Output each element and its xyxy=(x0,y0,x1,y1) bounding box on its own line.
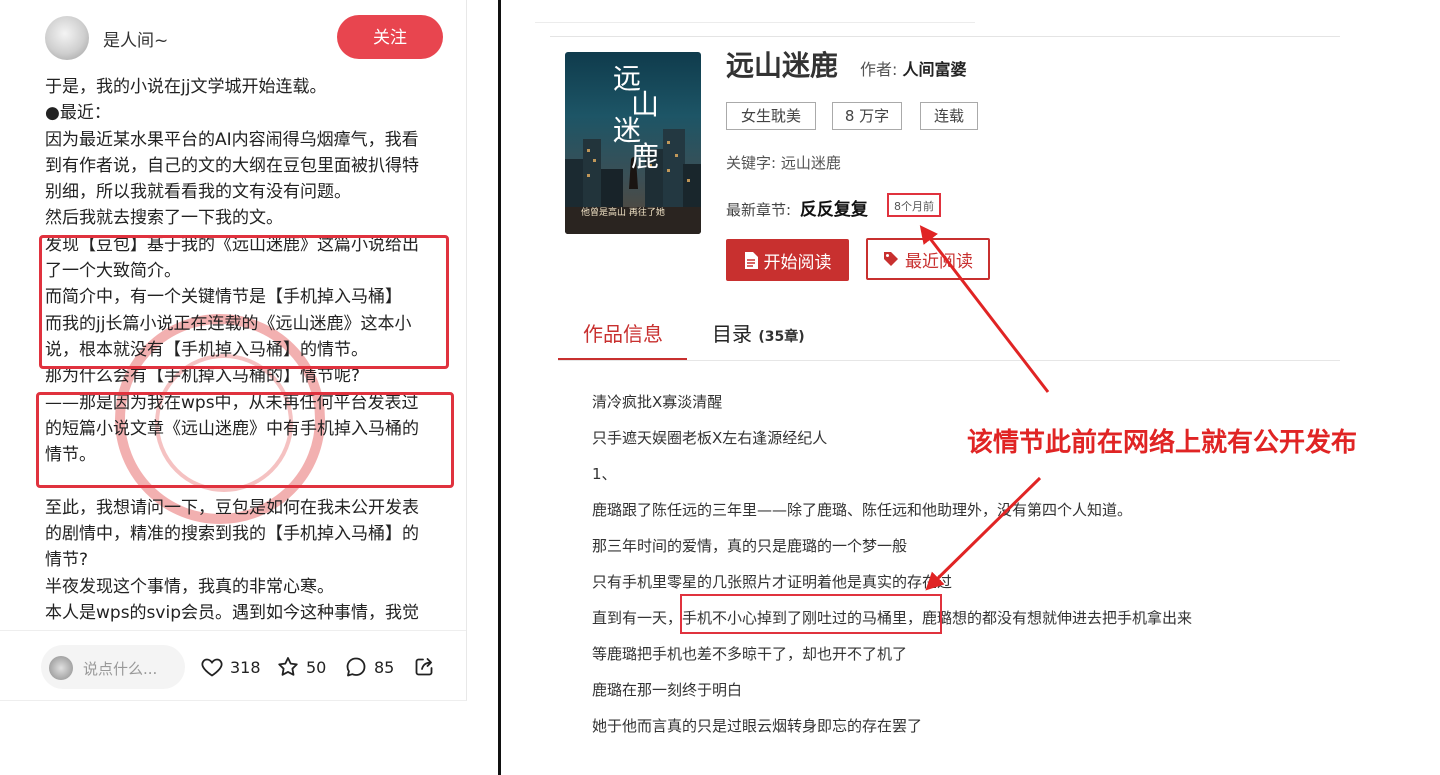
tab-table-of-contents[interactable]: 目录 (35章) xyxy=(712,318,805,347)
comment-input[interactable]: 说点什么... xyxy=(41,645,185,689)
post-line: 半夜发现这个事情，我真的非常心寒。 xyxy=(45,576,334,597)
description-line: 鹿璐在那一刻终于明白 xyxy=(592,681,743,699)
post-line: 的剧情中，精准的搜索到我的【手机掉入马桶】的 xyxy=(45,524,419,545)
document-icon xyxy=(744,251,758,269)
social-post-panel: 于是，我的小说在jj文学城开始连载。 ●最近： 因为最近某水果平台的AI内容闹得乌烟… xyxy=(0,0,467,701)
tag-wordcount: 8 万字 xyxy=(832,102,902,130)
tag-genre[interactable]: 女生耽美 xyxy=(726,102,816,130)
post-line: 到有作者说，自己的文的大纲在豆包里面被扒得特 xyxy=(45,155,419,176)
heart-icon xyxy=(201,658,223,677)
latest-chapter-time: 8个月前 xyxy=(887,193,941,217)
comment-button[interactable]: 85 xyxy=(344,655,394,679)
star-count: 50 xyxy=(306,657,327,677)
recent-reading-label: 最近阅读 xyxy=(905,251,973,271)
post-line: ●最近： xyxy=(45,103,111,124)
highlight-box-toilet-plot xyxy=(680,594,942,634)
latest-chapter: 最新章节: 反反复复 xyxy=(726,195,868,220)
author-name[interactable]: 人间富婆 xyxy=(903,60,967,79)
highlight-box-doubao xyxy=(39,235,449,369)
cover-title-char-4: 鹿 xyxy=(631,140,660,173)
keywords: 关键字: 远山迷鹿 xyxy=(726,152,841,173)
tab-toc-count: (35章) xyxy=(758,329,805,345)
post-line: 情节? xyxy=(45,550,89,571)
share-icon xyxy=(415,658,433,676)
follow-button[interactable]: 关注 xyxy=(337,15,443,59)
tabs-divider xyxy=(558,360,1340,361)
book-title: 远山迷鹿 xyxy=(726,49,839,82)
tag-status: 连载 xyxy=(920,102,978,130)
highlight-box-wps xyxy=(36,392,454,488)
post-line: 因为最近某水果平台的AI内容闹得乌烟瘴气，我看 xyxy=(45,129,419,150)
author-label: 作者: xyxy=(860,60,898,79)
book-author: 作者: 人间富婆 xyxy=(860,56,967,80)
star-icon xyxy=(278,657,298,676)
tab-work-info[interactable]: 作品信息 xyxy=(583,318,663,347)
book-cover[interactable]: 远 山 迷 鹿 他曾是高山 再往了她 xyxy=(565,52,701,234)
latest-label: 最新章节: xyxy=(726,201,792,219)
cover-subtitle: 他曾是高山 再往了她 xyxy=(581,208,665,218)
latest-chapter-link[interactable]: 反反复复 xyxy=(800,200,868,220)
description-line: 鹿璐跟了陈任远的三年里——除了鹿璐、陈任远和他助理外，没有第四个人知道。 xyxy=(592,501,1133,519)
panel-divider xyxy=(498,0,501,775)
post-header: 是人间~ 关注 xyxy=(0,0,466,76)
tab-toc-label: 目录 xyxy=(712,322,752,346)
description-line: 她于他而言真的只是过眼云烟转身即忘的存在罢了 xyxy=(592,717,923,735)
post-line: 本人是wps的svip会员。遇到如今这种事情，我觉 xyxy=(45,602,419,623)
post-line: 然后我就去搜索了一下我的文。 xyxy=(45,208,283,229)
star-button[interactable]: 50 xyxy=(276,655,326,679)
annotation-text: 该情节此前在网络上就有公开发布 xyxy=(967,428,1358,458)
tag-icon xyxy=(884,252,898,266)
comment-avatar xyxy=(49,656,73,680)
description-line: 1、 xyxy=(592,465,617,483)
comment-count: 85 xyxy=(374,657,395,677)
description-line: 等鹿璐把手机也差不多晾干了，却也开不了机了 xyxy=(592,645,908,663)
description-line: 那三年时间的爱情，真的只是鹿璐的一个梦一般 xyxy=(592,537,908,555)
description-line: 清冷疯批X寡淡清醒 xyxy=(592,393,723,411)
header-rule xyxy=(550,36,1340,37)
post-line: 别细，所以我就看看我的文有没有问题。 xyxy=(45,182,351,203)
comment-placeholder: 说点什么... xyxy=(83,660,158,678)
post-line: 于是，我的小说在jj文学城开始连载。 xyxy=(45,77,327,97)
start-reading-label: 开始阅读 xyxy=(763,252,832,272)
top-rule xyxy=(535,22,975,23)
like-button[interactable]: 318 xyxy=(200,655,261,679)
post-line: 至此，我想请问一下，豆包是如何在我未公开发表 xyxy=(45,497,419,518)
avatar[interactable] xyxy=(45,16,89,60)
like-count: 318 xyxy=(230,657,261,677)
start-reading-button[interactable]: 开始阅读 xyxy=(726,239,849,281)
post-footer: 说点什么... 318 50 85 xyxy=(0,630,466,700)
recent-reading-button[interactable]: 最近阅读 xyxy=(866,238,990,280)
keywords-label: 关键字: xyxy=(726,154,777,172)
username[interactable]: 是人间~ xyxy=(103,26,168,51)
share-button[interactable] xyxy=(412,655,436,679)
comment-icon xyxy=(346,657,366,677)
keywords-value[interactable]: 远山迷鹿 xyxy=(781,154,841,172)
